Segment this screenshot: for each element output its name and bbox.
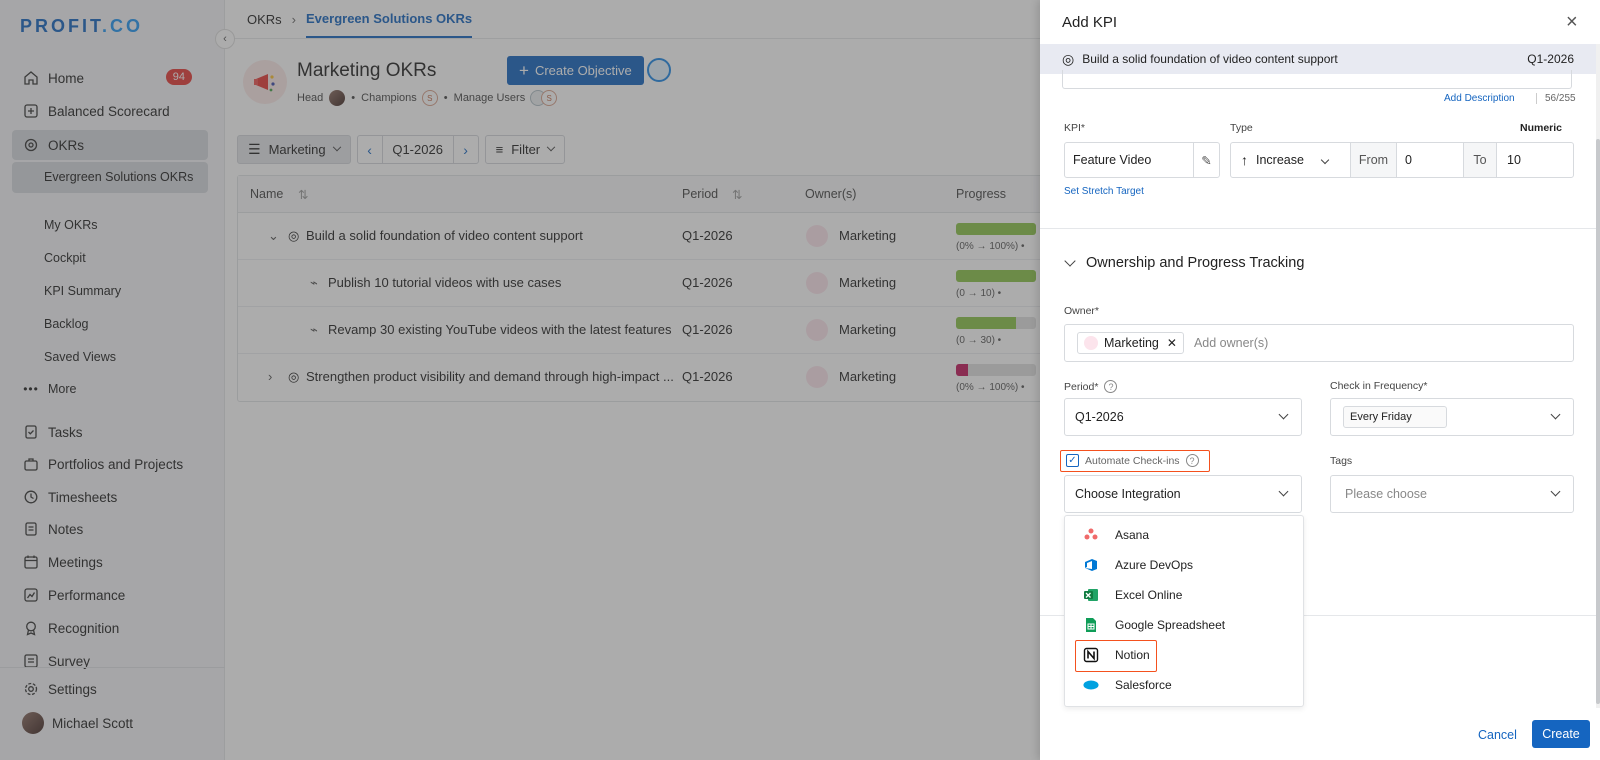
integration-option-azure-devops[interactable]: Azure DevOps [1065,550,1303,580]
kpi-name-value: Feature Video [1073,153,1152,167]
integration-option-google-spreadsheet[interactable]: Google Spreadsheet [1065,610,1303,640]
integration-option-excel-online[interactable]: Excel Online [1065,580,1303,610]
checkin-frequency-select[interactable]: Every Friday [1330,398,1574,436]
tags-select[interactable]: Please choose [1330,475,1574,513]
description-field[interactable] [1062,70,1572,89]
scrollbar-thumb[interactable] [1596,139,1600,704]
owner-input[interactable]: Marketing ✕ Add owner(s) [1064,324,1574,362]
set-stretch-target-link[interactable]: Set Stretch Target [1064,186,1144,197]
integration-option-label: Asana [1115,528,1150,542]
target-icon: ◎ [1062,50,1075,67]
close-icon[interactable]: × [1566,12,1578,32]
numeric-label[interactable]: Numeric [1520,122,1562,134]
period-select[interactable]: Q1-2026 [1064,398,1302,436]
integration-option-label: Salesforce [1115,678,1172,692]
help-icon[interactable]: ? [1104,380,1118,393]
period-select-value: Q1-2026 [1075,410,1124,424]
automate-checkins-row[interactable]: ✓ Automate Check-ins ? [1066,454,1199,467]
type-select[interactable]: ↑ Increase [1231,143,1351,177]
chevron-down-icon [1278,486,1289,497]
to-label: To [1463,143,1497,177]
to-input[interactable]: 10 [1497,153,1521,167]
section-divider [1040,228,1596,229]
tags-label: Tags [1330,455,1353,467]
chevron-down-icon [1320,155,1330,165]
integration-option-label: Excel Online [1115,588,1183,602]
period-label: Period* [1064,380,1099,393]
type-value: Increase [1256,153,1304,167]
checkin-frequency-chip: Every Friday [1343,406,1447,428]
modal-backdrop[interactable] [0,0,1040,760]
arrow-up-icon: ↑ [1241,152,1248,168]
integration-select[interactable]: Choose Integration [1064,475,1302,513]
create-button[interactable]: Create [1532,720,1590,748]
asana-icon [1083,527,1099,543]
owner-placeholder: Add owner(s) [1193,336,1269,350]
automate-checkins-label: Automate Check-ins [1085,454,1180,467]
owner-chip: Marketing ✕ [1077,332,1184,354]
chevron-down-icon [1278,409,1289,420]
from-label: From [1351,143,1397,177]
kpi-label: KPI* [1064,122,1086,134]
help-icon[interactable]: ? [1185,454,1199,467]
integration-dropdown: Asana Azure DevOps Excel Online Google S… [1064,515,1304,707]
period-label-row: Period*? [1064,380,1118,393]
drawer-title: Add KPI [1062,14,1118,31]
owner-label: Owner* [1064,305,1100,317]
owner-chip-label: Marketing [1104,336,1159,350]
excel-icon [1083,587,1099,603]
remove-chip-icon[interactable]: ✕ [1167,336,1177,350]
chevron-down-icon [1550,409,1561,420]
chevron-down-icon [1550,486,1561,497]
chevron-down-icon [1064,255,1076,267]
megaphone-icon [1084,336,1098,350]
section-title: Ownership and Progress Tracking [1086,255,1305,271]
kpi-name-input[interactable]: Feature Video ✎ [1064,142,1220,178]
integration-option-label: Google Spreadsheet [1115,618,1226,632]
salesforce-icon [1083,677,1099,693]
checkin-label: Check in Frequency* [1330,380,1428,392]
google-sheets-icon [1083,617,1099,633]
objective-title: Build a solid foundation of video conten… [1082,52,1338,66]
cancel-button[interactable]: Cancel [1478,728,1517,742]
integration-option-salesforce[interactable]: Salesforce [1065,670,1303,700]
integration-option-asana[interactable]: Asana [1065,520,1303,550]
drawer-scrollbar[interactable] [1596,44,1600,708]
from-input[interactable]: 0 [1397,153,1463,167]
add-kpi-drawer: Add KPI × ◎ Build a solid foundation of … [1040,0,1600,760]
pencil-icon[interactable]: ✎ [1193,143,1219,177]
checkbox-checked-icon[interactable]: ✓ [1066,454,1079,467]
add-description-link[interactable]: Add Description [1444,93,1515,104]
integration-option-label: Azure DevOps [1115,558,1194,572]
type-range-group: ↑ Increase From 0 To 10 [1230,142,1574,178]
tags-placeholder: Please choose [1345,487,1428,501]
char-count: 56/255 [1536,93,1576,104]
objective-period: Q1-2026 [1527,52,1574,66]
integration-select-value: Choose Integration [1075,487,1181,501]
notion-highlight [1075,640,1157,672]
ownership-section-toggle[interactable]: Ownership and Progress Tracking [1064,255,1305,271]
azure-devops-icon [1083,557,1099,573]
type-label: Type [1230,122,1253,134]
